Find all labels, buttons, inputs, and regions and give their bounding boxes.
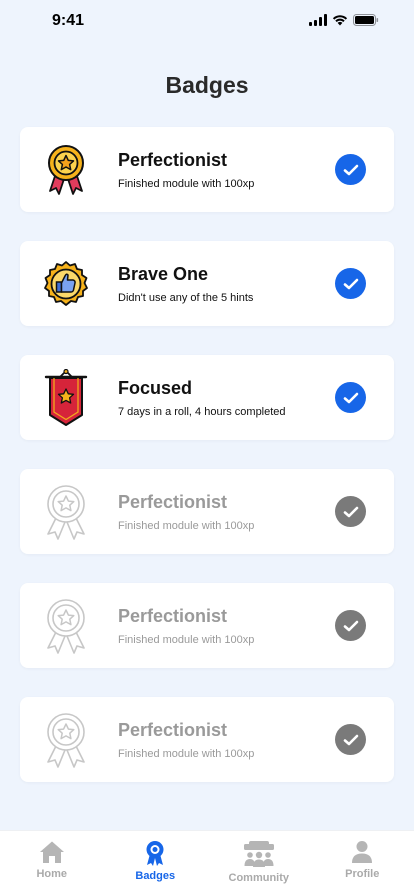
- tab-community[interactable]: Community: [207, 831, 311, 896]
- badge-description: Finished module with 100xp: [118, 634, 255, 646]
- status-icons: [309, 14, 379, 26]
- tab-label: Profile: [345, 868, 380, 880]
- home-icon: [39, 841, 64, 863]
- badge-card[interactable]: Perfectionist Finished module with 100xp: [20, 127, 394, 212]
- medal-outline-icon: [40, 597, 92, 655]
- tab-badges[interactable]: Badges: [104, 831, 208, 896]
- badge-title: Brave One: [118, 264, 209, 284]
- locked-check-icon: [335, 496, 366, 527]
- tab-bar: Home Badges Community Profile: [0, 830, 414, 896]
- completed-check-icon: [335, 382, 366, 413]
- badge-title: Focused: [118, 378, 193, 398]
- profile-icon: [352, 841, 373, 863]
- badge-title: Perfectionist: [118, 150, 228, 170]
- badge-card[interactable]: Brave One Didn't use any of the 5 hints: [20, 241, 394, 326]
- locked-check-icon: [335, 610, 366, 641]
- battery-icon: [353, 14, 379, 26]
- status-time: 9:41: [52, 12, 85, 29]
- thumbs-up-seal-icon: [40, 255, 92, 313]
- tab-profile[interactable]: Profile: [311, 831, 414, 896]
- community-icon: [243, 841, 274, 867]
- badge-card[interactable]: Perfectionist Finished module with 100xp: [20, 469, 394, 554]
- tab-label: Home: [36, 868, 68, 880]
- badge-description: Finished module with 100xp: [118, 748, 255, 760]
- status-bar: 9:41: [0, 0, 414, 44]
- completed-check-icon: [335, 268, 366, 299]
- page-title: Badges: [165, 72, 249, 98]
- badge-title: Perfectionist: [118, 720, 228, 740]
- medal-outline-icon: [40, 483, 92, 541]
- wifi-icon: [332, 15, 348, 26]
- tab-label: Community: [228, 872, 290, 884]
- badge-card[interactable]: Perfectionist Finished module with 100xp: [20, 583, 394, 668]
- cellular-signal-icon: [309, 14, 327, 26]
- badge-description: Finished module with 100xp: [118, 178, 255, 190]
- badge-title: Perfectionist: [118, 606, 228, 626]
- badge-list: Perfectionist Finished module with 100xp…: [20, 127, 394, 811]
- banner-star-icon: [40, 369, 92, 427]
- tab-home[interactable]: Home: [0, 831, 104, 896]
- badge-description: Didn't use any of the 5 hints: [118, 292, 254, 304]
- badge-description: Finished module with 100xp: [118, 520, 255, 532]
- badge-card[interactable]: Perfectionist Finished module with 100xp: [20, 697, 394, 782]
- completed-check-icon: [335, 154, 366, 185]
- tab-label: Badges: [135, 870, 176, 882]
- medal-star-icon: [40, 141, 92, 199]
- medal-outline-icon: [40, 711, 92, 769]
- badge-title: Perfectionist: [118, 492, 228, 512]
- badge-card[interactable]: Focused 7 days in a roll, 4 hours comple…: [20, 355, 394, 440]
- badge-description: 7 days in a roll, 4 hours completed: [118, 406, 286, 418]
- badge-icon: [146, 841, 164, 866]
- locked-check-icon: [335, 724, 366, 755]
